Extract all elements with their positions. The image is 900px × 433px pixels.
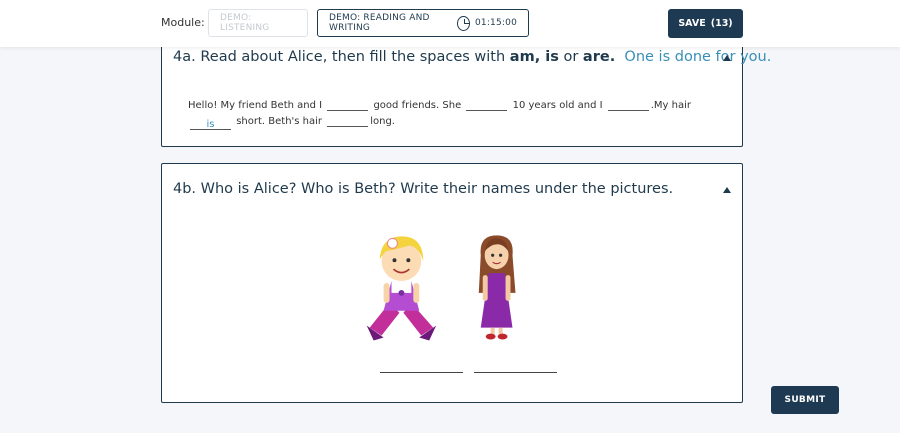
- task-4a-card: 4a. Read about Alice, then fill the spac…: [161, 35, 771, 147]
- task-4a-passage: Hello! My friend Beth and I good friends…: [188, 98, 728, 130]
- tab-demo-reading-writing-label: DEMO: READING AND WRITING: [329, 13, 430, 33]
- collapse-chevron-up-icon[interactable]: [723, 55, 731, 61]
- tab-demo-reading-writing[interactable]: DEMO: READING AND WRITING 01:15:00: [317, 9, 529, 37]
- submit-button[interactable]: SUBMIT: [771, 386, 839, 414]
- passage-text: Beth's hair: [268, 116, 323, 127]
- passage-text: short.: [236, 116, 266, 127]
- task-4a-word-are: are.: [582, 49, 616, 65]
- name-input-1[interactable]: [380, 372, 463, 373]
- task-4a-title: 4a. Read about Alice, then fill the spac…: [173, 49, 771, 65]
- task-4a-number: 4a.: [173, 49, 196, 65]
- passage-text: .My hair: [650, 100, 692, 111]
- timer-text: 01:15:00: [474, 18, 517, 28]
- name-input-2[interactable]: [474, 372, 557, 373]
- top-bar: Module: DEMO: LISTENING DEMO: READING AN…: [0, 0, 900, 47]
- tab-demo-listening[interactable]: DEMO: LISTENING: [208, 9, 308, 37]
- brunette-girl-picture: [478, 235, 516, 340]
- passage-text: Hello! My friend Beth and I: [188, 100, 323, 111]
- task-4a-word-or: or: [563, 49, 579, 65]
- task-4a-instruction: Read about Alice, then fill the spaces w…: [200, 49, 506, 65]
- save-button-label: SAVE: [678, 18, 706, 29]
- module-label: Module:: [161, 16, 205, 29]
- passage-text: long.: [370, 116, 395, 127]
- clock-icon: [457, 15, 470, 31]
- blank-input-2[interactable]: [466, 98, 508, 111]
- save-count: (13): [710, 18, 733, 29]
- task-4a-hint: One is done for you.: [624, 49, 772, 65]
- passage-text: 10 years old and I: [512, 100, 603, 111]
- blonde-girl-picture: [366, 236, 437, 341]
- blank-input-3[interactable]: [607, 98, 649, 111]
- blank-input-4[interactable]: [327, 114, 369, 127]
- tab-demo-listening-label: DEMO: LISTENING: [220, 13, 270, 33]
- save-button[interactable]: SAVE (13): [668, 9, 743, 38]
- blank-input-example: is: [190, 117, 231, 130]
- blank-input-1[interactable]: [327, 98, 369, 111]
- passage-text: good friends. She: [373, 100, 462, 111]
- task-4b-card: 4b. Who is Alice? Who is Beth? Write the…: [161, 163, 743, 403]
- task-4a-word-am-is: am, is: [509, 49, 559, 65]
- character-pictures: [366, 235, 516, 341]
